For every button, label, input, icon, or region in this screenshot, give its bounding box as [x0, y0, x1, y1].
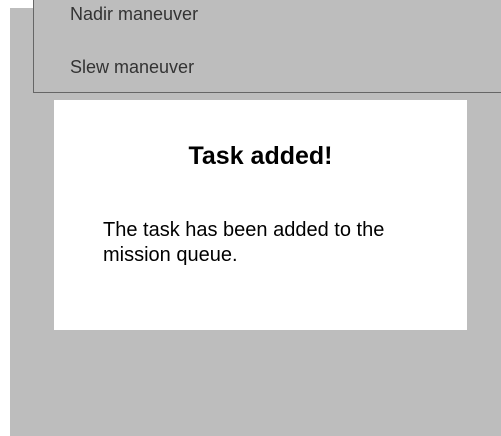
dropdown-item-slew-maneuver[interactable]: Slew maneuver	[70, 57, 194, 78]
maneuver-dropdown-list: Nadir maneuver Slew maneuver	[33, 0, 501, 93]
dialog-message: The task has been added to the mission q…	[103, 219, 385, 266]
screen: Nadir maneuver Slew maneuver Task added!…	[0, 0, 501, 436]
dropdown-item-nadir-maneuver[interactable]: Nadir maneuver	[70, 4, 198, 25]
task-added-dialog: Task added! The task has been added to t…	[54, 100, 467, 330]
dialog-title: Task added!	[188, 142, 333, 170]
